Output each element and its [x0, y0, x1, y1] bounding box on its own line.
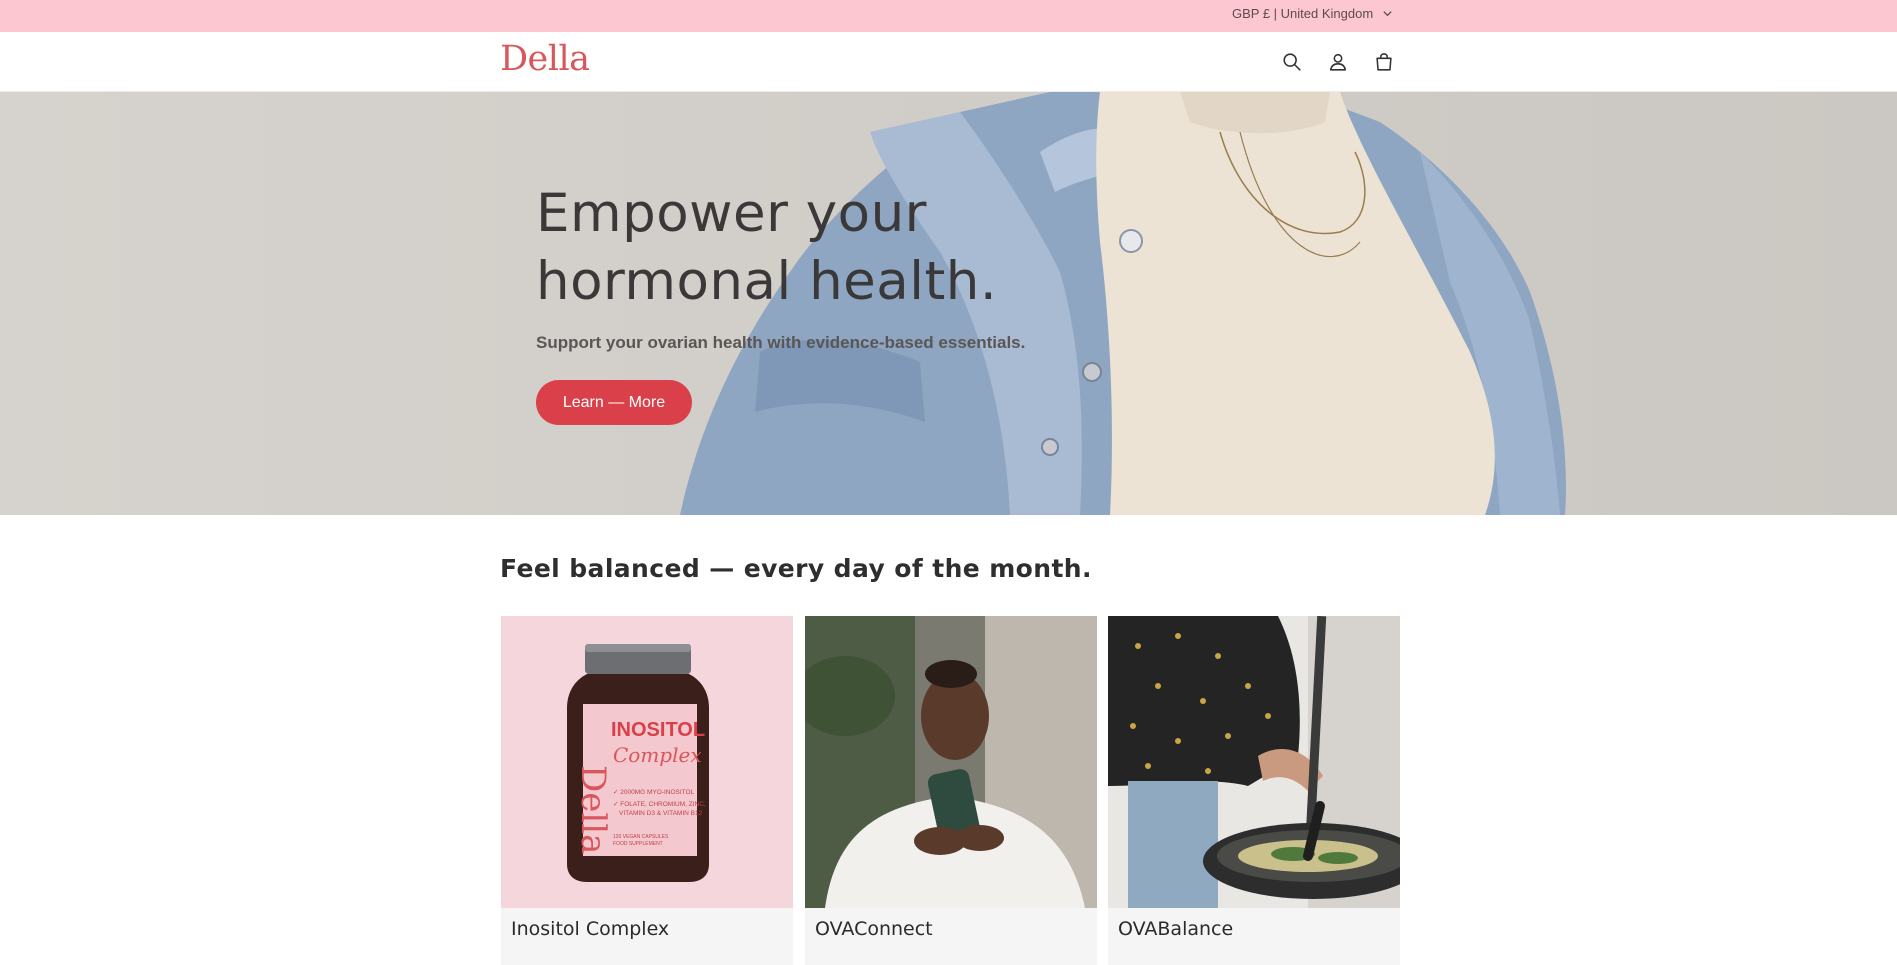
currency-label: GBP £ | United Kingdom: [1232, 5, 1374, 21]
hero-title-line-1: Empower your: [536, 183, 927, 244]
card-title[interactable]: Inositol Complex: [511, 918, 669, 940]
account-button[interactable]: [1325, 49, 1351, 75]
hero-banner: Empower your hormonal health. Support yo…: [0, 92, 1897, 515]
bottle-line-3: VITAMIN D3 & VITAMIN B12: [619, 810, 703, 817]
bottle-line-2: ✓ FOLATE, CHROMIUM, ZINC,: [613, 801, 706, 808]
hero-title: Empower your hormonal health.: [536, 180, 1056, 316]
hero-subtitle: Support your ovarian health with evidenc…: [536, 333, 1026, 352]
bottle-name: INOSITOL: [611, 719, 705, 741]
search-icon: [1283, 53, 1301, 71]
product-card-ovabalance[interactable]: OVABalance: [1108, 616, 1400, 965]
hero-title-line-2: hormonal health.: [536, 251, 998, 312]
product-image: Della INOSITOL Complex ✓ 2000MG MYO-INOS…: [501, 616, 793, 908]
learn-more-button[interactable]: Learn — More: [536, 380, 692, 425]
bottle-brand: Della: [573, 765, 613, 854]
bottle-script: Complex: [613, 743, 702, 767]
user-icon: [1329, 53, 1347, 71]
card-title[interactable]: OVAConnect: [815, 918, 933, 940]
header-icons: [1279, 49, 1397, 75]
product-card-inositol-complex[interactable]: Della INOSITOL Complex ✓ 2000MG MYO-INOS…: [501, 616, 793, 965]
product-image: [805, 616, 1097, 908]
product-image: [1108, 616, 1400, 908]
chevron-down-icon: [1383, 10, 1392, 16]
bottle-foot-1: 120 VEGAN CAPSULES: [613, 834, 669, 840]
site-header: Della: [0, 32, 1897, 92]
section-title: Feel balanced — every day of the month.: [500, 554, 1092, 583]
product-card-ovaconnect[interactable]: OVAConnect: [805, 616, 1097, 965]
card-title[interactable]: OVABalance: [1118, 918, 1233, 940]
currency-selector[interactable]: GBP £ | United Kingdom: [1232, 0, 1393, 26]
brand-logo[interactable]: Della: [500, 39, 590, 79]
bottle-foot-2: FOOD SUPPLEMENT: [613, 841, 663, 847]
cart-button[interactable]: [1371, 49, 1397, 75]
shopping-bag-icon: [1376, 53, 1392, 71]
search-button[interactable]: [1279, 49, 1305, 75]
bottle-line-1: ✓ 2000MG MYO-INOSITOL: [613, 789, 695, 796]
announcement-bar: GBP £ | United Kingdom: [0, 0, 1897, 32]
